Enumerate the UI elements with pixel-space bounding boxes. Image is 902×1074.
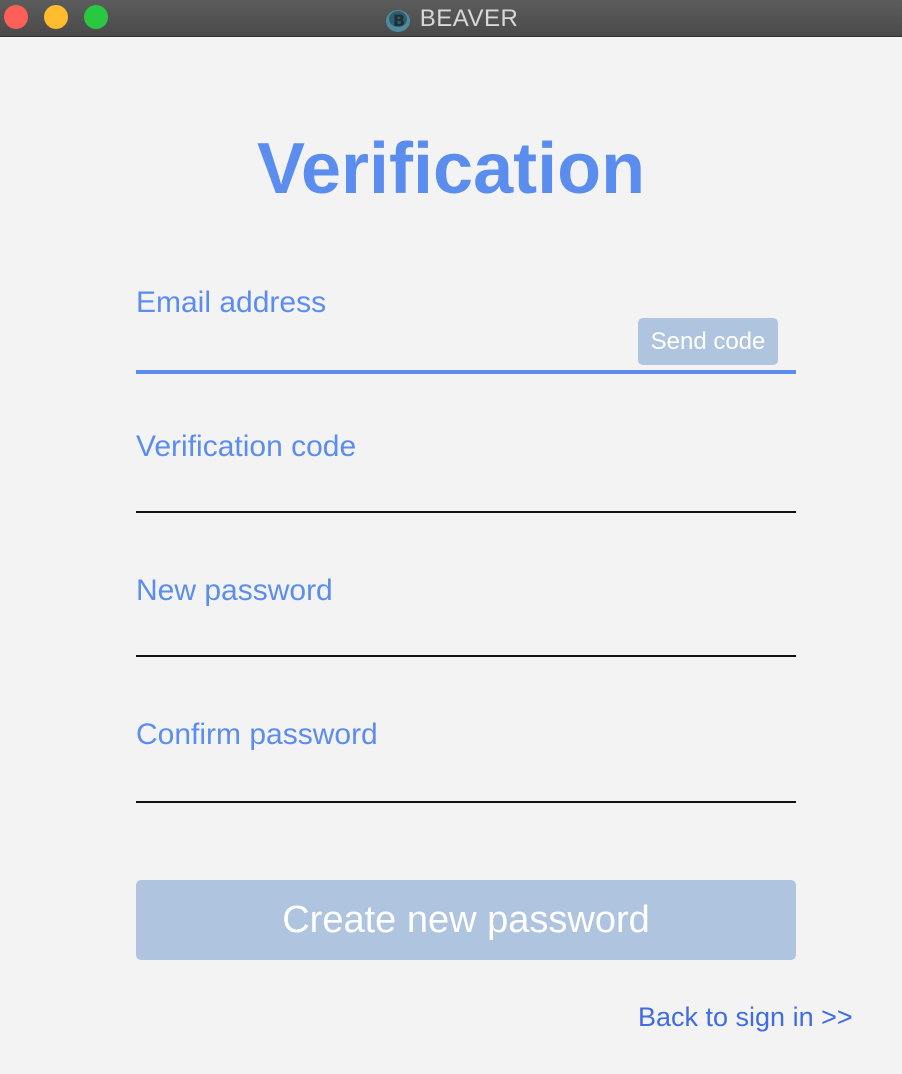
window-title: BEAVER	[419, 4, 519, 32]
svg-text:B: B	[393, 11, 405, 30]
verification-code-field[interactable]	[136, 472, 786, 508]
verification-code-label: Verification code	[136, 430, 357, 463]
beaver-logo-icon: B	[384, 5, 412, 33]
send-code-button[interactable]: Send code	[638, 318, 778, 365]
confirm-password-field[interactable]	[136, 760, 786, 796]
new-password-label: New password	[136, 574, 333, 607]
confirm-password-label: Confirm password	[136, 718, 378, 751]
title-bar: B BEAVER	[0, 0, 902, 37]
create-new-password-button[interactable]: Create new password	[136, 880, 796, 960]
email-field[interactable]	[136, 328, 626, 364]
app-window: B BEAVER Verification Email address Send…	[0, 0, 902, 1074]
email-label: Email address	[136, 286, 327, 319]
new-password-underline	[136, 655, 796, 657]
confirm-password-underline	[136, 801, 796, 803]
verification-code-underline	[136, 511, 796, 513]
back-to-sign-in-link[interactable]: Back to sign in >>	[638, 1002, 853, 1033]
new-password-field[interactable]	[136, 616, 786, 652]
page-title: Verification	[256, 129, 646, 209]
email-field-underline	[136, 370, 796, 374]
title-wrap: B BEAVER	[0, 0, 902, 37]
